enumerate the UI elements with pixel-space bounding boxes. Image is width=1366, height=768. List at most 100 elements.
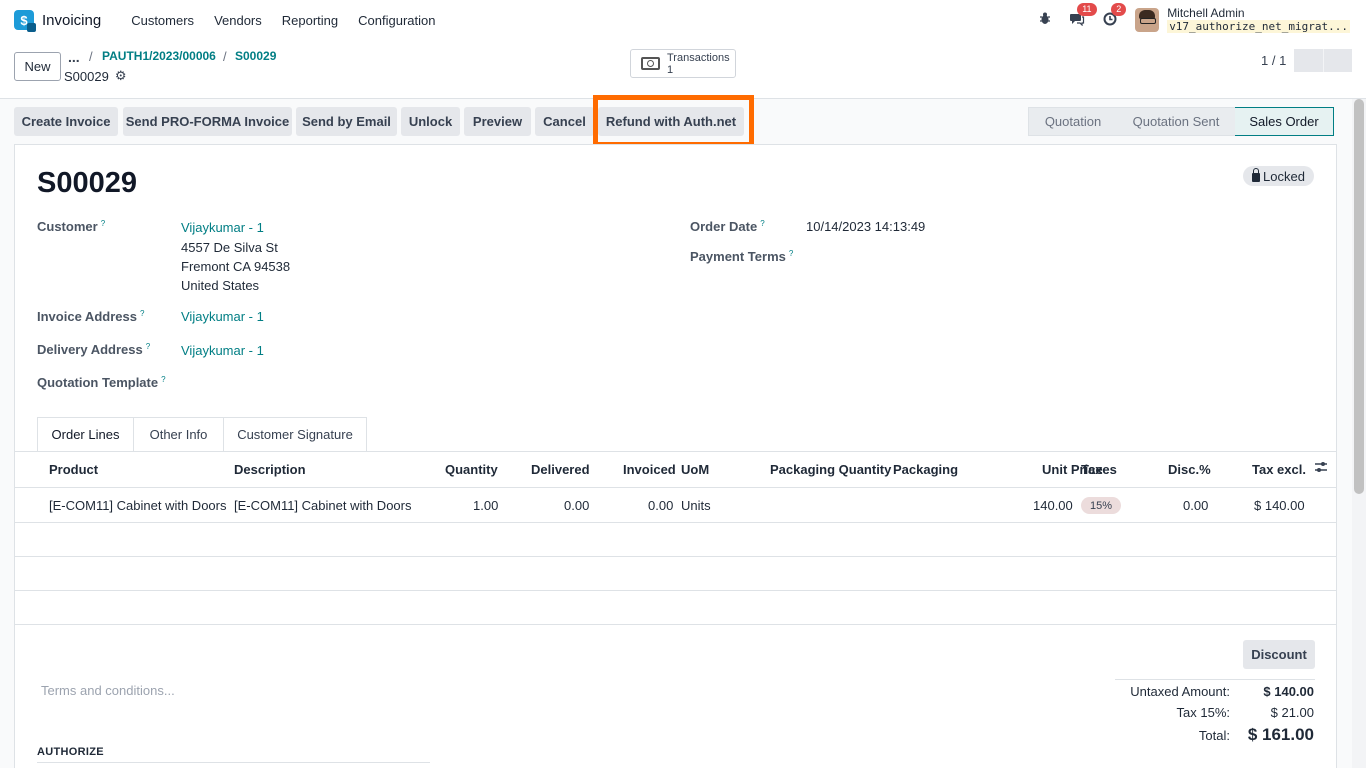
menu-vendors[interactable]: Vendors: [204, 13, 272, 28]
page-scrollbar[interactable]: [1352, 99, 1366, 768]
customer-address-line2: Fremont CA 94538: [181, 259, 291, 274]
column-discount[interactable]: Disc.%: [1168, 462, 1211, 477]
column-invoiced[interactable]: Invoiced: [623, 462, 676, 477]
invoicing-app-icon[interactable]: $: [14, 10, 36, 32]
transactions-smart-button[interactable]: Transactions 1: [630, 49, 736, 78]
activities-clock-icon[interactable]: 2: [1103, 2, 1127, 29]
messages-badge: 11: [1077, 2, 1097, 16]
notebook-tabs: Order Lines Other Info Customer Signatur…: [37, 417, 367, 452]
help-icon[interactable]: ?: [161, 375, 165, 384]
help-icon[interactable]: ?: [146, 342, 150, 351]
column-taxes[interactable]: Taxes: [1081, 462, 1117, 477]
breadcrumb-payment-link[interactable]: PAUTH1/2023/00006: [102, 49, 216, 63]
customer-address-line3: United States: [181, 278, 260, 293]
app-name[interactable]: Invoicing: [42, 12, 101, 29]
locked-badge: Locked: [1243, 166, 1314, 186]
breadcrumb-separator: /: [89, 49, 93, 64]
user-name: Mitchell Admin: [1167, 6, 1245, 20]
row-product[interactable]: [E-COM11] Cabinet with Doors: [49, 498, 227, 513]
customer-field[interactable]: Vijaykumar - 1: [181, 220, 264, 235]
send-proforma-button[interactable]: Send PRO-FORMA Invoice: [123, 107, 292, 136]
row-discount[interactable]: 0.00: [1183, 498, 1208, 513]
row-subtotal: $ 140.00: [1254, 498, 1305, 513]
total-value: $ 161.00: [1247, 725, 1314, 744]
column-tax-excl[interactable]: Tax excl.: [1252, 462, 1306, 477]
smart-button-label: Transactions: [667, 51, 730, 64]
menu-customers[interactable]: Customers: [121, 13, 204, 28]
column-quantity[interactable]: Quantity: [445, 462, 498, 477]
menu-configuration[interactable]: Configuration: [348, 13, 445, 28]
scrollbar-thumb[interactable]: [1354, 99, 1364, 494]
invoice-address-field[interactable]: Vijaykumar - 1: [181, 309, 264, 324]
gear-icon[interactable]: ⚙: [115, 68, 127, 84]
activities-badge: 2: [1111, 2, 1127, 16]
help-icon[interactable]: ?: [140, 309, 144, 318]
divider: [37, 762, 430, 763]
pager-value[interactable]: 1 / 1: [1261, 53, 1286, 68]
create-invoice-button[interactable]: Create Invoice: [14, 107, 118, 136]
quotation-template-label: Quotation Template?: [37, 375, 166, 390]
tab-customer-signature[interactable]: Customer Signature: [224, 417, 367, 452]
help-icon[interactable]: ?: [760, 219, 764, 228]
breadcrumb-more-icon[interactable]: ...: [68, 49, 80, 65]
status-bar: Quotation Quotation Sent Sales Order: [1028, 107, 1334, 136]
column-delivered[interactable]: Delivered: [531, 462, 590, 477]
row-description[interactable]: [E-COM11] Cabinet with Doors: [234, 498, 412, 513]
pager-previous-button[interactable]: [1294, 49, 1323, 72]
column-product[interactable]: Product: [49, 462, 98, 477]
delivery-address-field[interactable]: Vijaykumar - 1: [181, 343, 264, 358]
tab-other-info[interactable]: Other Info: [134, 417, 224, 452]
row-unit-price[interactable]: 140.00: [1033, 498, 1073, 513]
invoice-address-label: Invoice Address?: [37, 309, 145, 324]
divider: [15, 624, 1336, 625]
column-packaging-quantity[interactable]: Packaging Quantity: [770, 462, 891, 477]
help-icon[interactable]: ?: [101, 219, 105, 228]
column-packaging[interactable]: Packaging: [893, 462, 958, 477]
total-label: Total:: [1198, 728, 1230, 743]
payment-terms-label: Payment Terms?: [690, 249, 794, 264]
preview-button[interactable]: Preview: [464, 107, 531, 136]
messages-icon[interactable]: 11: [1069, 2, 1097, 29]
row-tax-tag[interactable]: 15%: [1081, 497, 1122, 514]
row-invoiced: 0.00: [648, 498, 674, 513]
send-by-email-button[interactable]: Send by Email: [296, 107, 397, 136]
column-description[interactable]: Description: [234, 462, 306, 477]
new-button[interactable]: New: [14, 52, 61, 81]
breadcrumb-separator: /: [223, 49, 227, 64]
divider: [15, 522, 1336, 523]
user-menu[interactable]: Mitchell Admin v17_authorize_net_migrat.…: [1167, 7, 1350, 33]
locked-label: Locked: [1263, 168, 1305, 184]
row-quantity[interactable]: 1.00: [473, 498, 498, 513]
order-date-label: Order Date?: [690, 219, 765, 234]
customer-address-line1: 4557 De Silva St: [181, 240, 278, 255]
terms-input[interactable]: Terms and conditions...: [41, 683, 175, 698]
row-delivered[interactable]: 0.00: [564, 498, 589, 513]
order-date-field[interactable]: 10/14/2023 14:13:49: [806, 219, 925, 234]
customer-label: Customer?: [37, 219, 106, 234]
status-sales-order[interactable]: Sales Order: [1235, 107, 1334, 136]
money-icon: [641, 57, 660, 70]
discount-button[interactable]: Discount: [1243, 640, 1315, 669]
status-quotation-sent[interactable]: Quotation Sent: [1117, 107, 1235, 136]
pager-next-button[interactable]: [1323, 49, 1352, 72]
tax-value: $ 21.00: [1270, 705, 1314, 720]
row-uom[interactable]: Units: [681, 498, 711, 513]
status-quotation[interactable]: Quotation: [1028, 107, 1117, 136]
help-icon[interactable]: ?: [789, 249, 793, 258]
top-navbar: $ Invoicing Customers Vendors Reporting …: [0, 0, 1366, 40]
column-uom[interactable]: UoM: [681, 462, 709, 477]
breadcrumb-order-link[interactable]: S00029: [235, 49, 276, 63]
optional-columns-icon[interactable]: [1314, 461, 1328, 476]
cancel-button[interactable]: Cancel: [535, 107, 594, 136]
divider: [15, 556, 1336, 557]
menu-reporting[interactable]: Reporting: [272, 13, 348, 28]
tab-order-lines[interactable]: Order Lines: [37, 417, 134, 452]
untaxed-amount-label: Untaxed Amount:: [1130, 684, 1230, 699]
untaxed-amount-value: $ 140.00: [1263, 684, 1314, 699]
form-sheet: S00029 Locked Customer? Vijaykumar - 1 4…: [14, 144, 1337, 768]
main-menu: Customers Vendors Reporting Configuratio…: [121, 13, 445, 28]
user-avatar[interactable]: [1135, 8, 1160, 32]
debug-bug-icon[interactable]: [1039, 12, 1051, 28]
divider: [15, 590, 1336, 591]
unlock-button[interactable]: Unlock: [401, 107, 460, 136]
